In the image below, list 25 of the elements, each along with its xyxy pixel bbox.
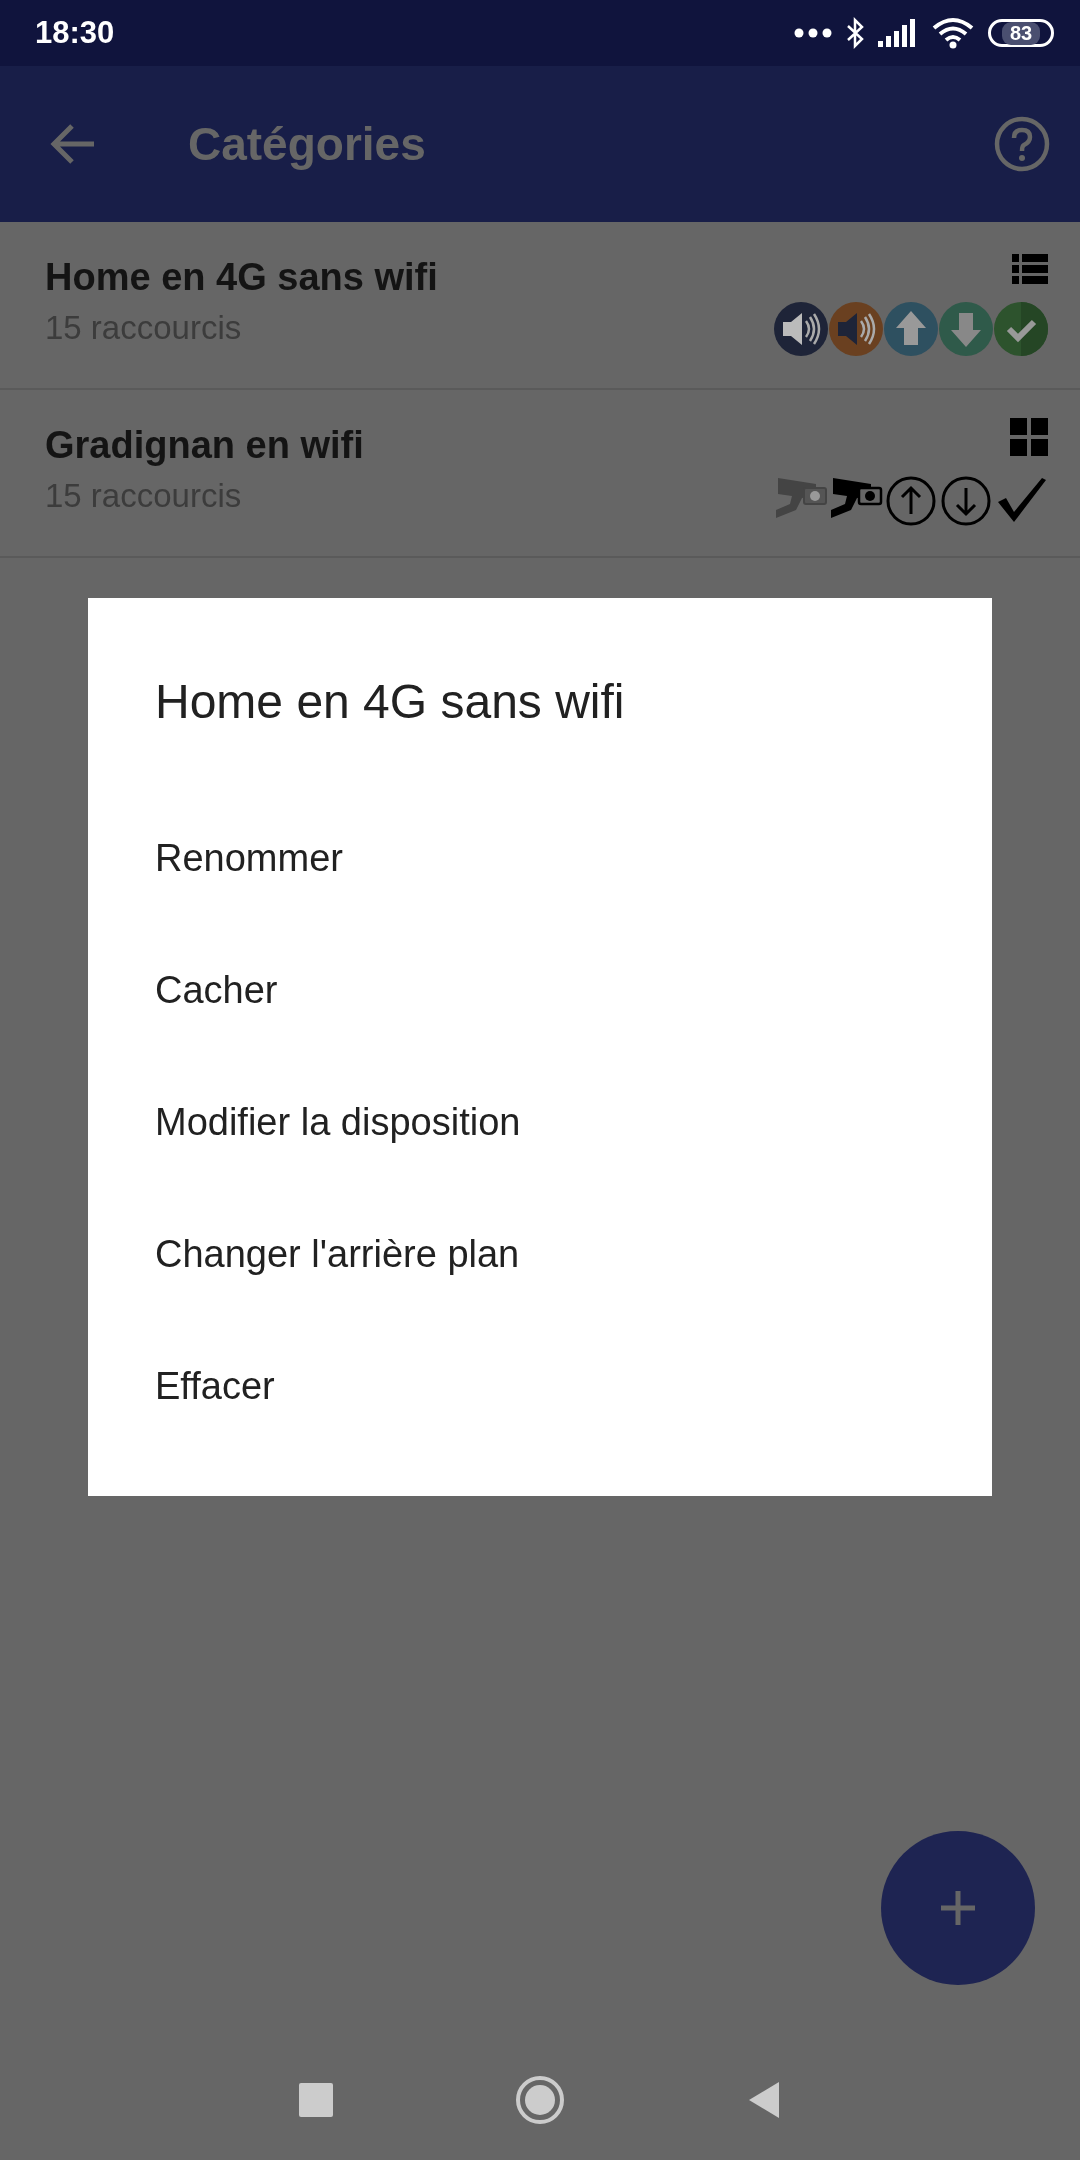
speaker-icon xyxy=(774,302,828,356)
checkmark-icon xyxy=(994,302,1048,356)
menu-item[interactable]: Modifier la disposition xyxy=(88,1056,992,1188)
dialog-title: Home en 4G sans wifi xyxy=(155,676,626,728)
help-icon[interactable] xyxy=(994,116,1050,172)
more-dots-icon xyxy=(794,28,832,38)
clock: 18:30 xyxy=(35,15,116,51)
menu-item[interactable]: Cacher xyxy=(88,924,992,1056)
category-name: Home en 4G sans wifi xyxy=(45,255,439,299)
add-button[interactable] xyxy=(881,1831,1035,1985)
wifi-icon xyxy=(932,17,974,49)
speaker-icon xyxy=(829,302,883,356)
list-view-icon xyxy=(1012,254,1048,284)
menu-item[interactable]: Renommer xyxy=(88,792,992,924)
back-arrow-icon[interactable] xyxy=(50,122,96,166)
bluetooth-icon xyxy=(846,17,864,49)
menu-item[interactable]: Changer l'arrière plan xyxy=(88,1188,992,1320)
screen-title: Catégories xyxy=(188,117,427,171)
up-arrow-circle-icon xyxy=(884,474,938,528)
category-name: Gradignan en wifi xyxy=(45,423,365,467)
grid-view-icon xyxy=(1010,418,1048,456)
battery-indicator: 83 xyxy=(988,19,1054,47)
menu-item[interactable]: Effacer xyxy=(88,1320,992,1452)
down-arrow-circle-icon xyxy=(939,474,993,528)
signal-icon xyxy=(878,19,918,47)
